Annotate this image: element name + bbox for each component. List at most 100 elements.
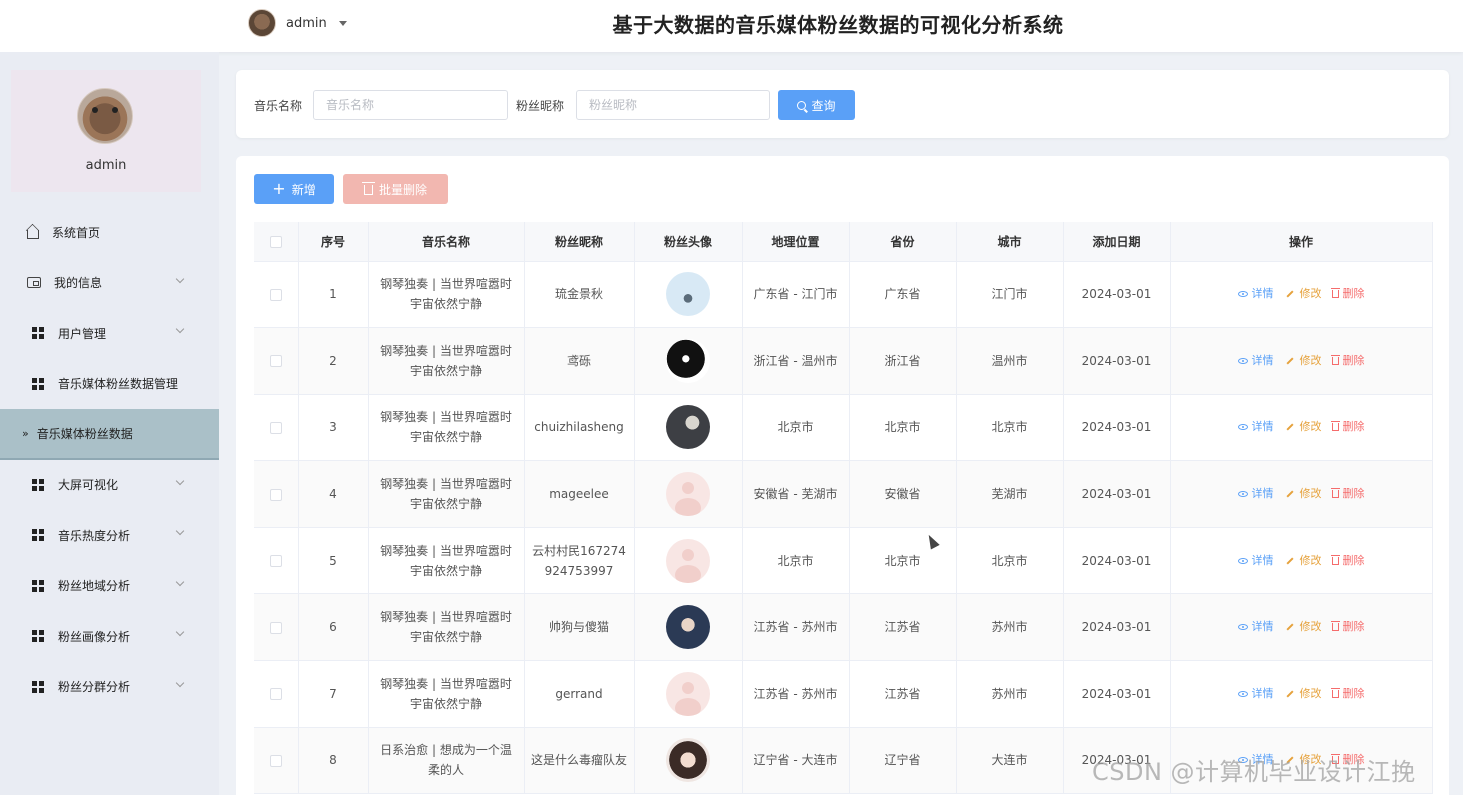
delete-button[interactable]: 删除 (1330, 484, 1365, 504)
delete-button[interactable]: 删除 (1330, 617, 1365, 637)
delete-button[interactable]: 删除 (1330, 551, 1365, 571)
fan-nickname-input[interactable] (576, 90, 770, 120)
sidebar-item-label: 系统首页 (52, 225, 101, 240)
plus-icon: + (272, 179, 286, 198)
row-checkbox[interactable] (269, 754, 282, 767)
add-button[interactable]: + 新增 (254, 174, 334, 204)
cell-province: 江苏省 (849, 660, 957, 728)
cell-province: 北京市 (849, 527, 957, 595)
detail-button[interactable]: 详情 (1237, 417, 1274, 437)
music-name-label: 音乐名称 (254, 99, 303, 113)
select-all-checkbox[interactable] (269, 235, 282, 248)
grid-icon (32, 680, 44, 693)
fan-avatar (666, 338, 710, 383)
sidebar-item-fan-data-management[interactable]: 音乐媒体粉丝数据管理 (0, 359, 219, 410)
cell-city: 大连市 (956, 727, 1064, 795)
query-button[interactable]: 查询 (778, 90, 855, 120)
table-row: 6 钢琴独奏 | 当世界喧嚣时宇宙依然宁静 帅狗与傻猫 江苏省 - 苏州市 江苏… (254, 593, 1433, 662)
cell-city: 苏州市 (956, 593, 1064, 662)
cell-index: 7 (298, 660, 369, 728)
cell-date: 2024-03-01 (1063, 593, 1171, 662)
batch-delete-button[interactable]: 批量删除 (343, 174, 448, 204)
delete-button[interactable]: 删除 (1330, 417, 1365, 437)
sidebar-item-fan-cluster[interactable]: 粉丝分群分析 (0, 662, 219, 713)
eye-icon (1237, 424, 1248, 431)
chevron-down-icon (175, 577, 185, 586)
fan-avatar (666, 738, 710, 783)
delete-button[interactable]: 删除 (1330, 684, 1365, 704)
detail-label: 详情 (1251, 620, 1274, 634)
table-header-row: 序号 音乐名称 粉丝昵称 粉丝头像 地理位置 省份 城市 添加日期 操作 (254, 222, 1433, 262)
sidebar-item-label: 粉丝分群分析 (58, 680, 131, 695)
sidebar-item-label: 粉丝地域分析 (58, 579, 131, 594)
wallet-icon (27, 277, 41, 289)
cell-date: 2024-03-01 (1063, 527, 1171, 595)
edit-button[interactable]: 修改 (1284, 617, 1322, 637)
detail-button[interactable]: 详情 (1237, 284, 1274, 304)
table-row: 2 钢琴独奏 | 当世界喧嚣时宇宙依然宁静 鸢砾 浙江省 - 温州市 浙江省 温… (254, 327, 1433, 395)
music-name-input[interactable] (313, 90, 508, 120)
trash-icon (361, 182, 375, 195)
detail-button[interactable]: 详情 (1237, 551, 1274, 571)
select-all-cell[interactable] (254, 222, 299, 262)
row-checkbox[interactable] (269, 288, 282, 301)
row-checkbox[interactable] (269, 688, 282, 701)
delete-button[interactable]: 删除 (1330, 284, 1365, 304)
edit-button[interactable]: 修改 (1284, 551, 1322, 571)
cell-date: 2024-03-01 (1063, 660, 1171, 728)
edit-label: 修改 (1299, 620, 1322, 634)
user-menu[interactable]: admin (248, 9, 347, 37)
grid-icon (32, 327, 44, 340)
fan-avatar (666, 605, 710, 650)
sidebar-item-fan-region[interactable]: 粉丝地域分析 (0, 561, 219, 612)
sidebar-item-label: 我的信息 (54, 276, 103, 291)
edit-button[interactable]: 修改 (1284, 417, 1322, 437)
edit-button[interactable]: 修改 (1284, 284, 1322, 304)
row-checkbox[interactable] (269, 555, 282, 568)
sidebar-item-my-info[interactable]: 我的信息 (0, 258, 219, 309)
delete-button[interactable]: 删除 (1330, 351, 1365, 371)
cell-nickname: chuizhilasheng (524, 394, 635, 462)
column-header: 地理位置 (742, 222, 850, 262)
cell-nickname: 帅狗与傻猫 (524, 593, 635, 662)
sidebar-item-user-management[interactable]: 用户管理 (0, 308, 219, 359)
row-checkbox[interactable] (269, 621, 282, 634)
sidebar-item-label: 粉丝画像分析 (58, 629, 131, 644)
edit-button[interactable]: 修改 (1284, 684, 1322, 704)
edit-button[interactable]: 修改 (1284, 484, 1322, 504)
row-checkbox[interactable] (269, 355, 282, 368)
username: admin (286, 15, 327, 31)
detail-button[interactable]: 详情 (1237, 351, 1274, 371)
caret-down-icon (338, 20, 347, 26)
sidebar-item-fan-data[interactable]: » 音乐媒体粉丝数据 (0, 409, 219, 460)
delete-label: 删除 (1342, 620, 1365, 634)
detail-button[interactable]: 详情 (1237, 484, 1274, 504)
cell-music: 钢琴独奏 | 当世界喧嚣时宇宙依然宁静 (368, 593, 525, 662)
sidebar-item-music-heat[interactable]: 音乐热度分析 (0, 510, 219, 561)
detail-button[interactable]: 详情 (1237, 617, 1274, 637)
delete-icon (1330, 354, 1340, 365)
edit-icon (1285, 357, 1294, 365)
cell-location: 江苏省 - 苏州市 (742, 593, 850, 662)
table-row: 5 钢琴独奏 | 当世界喧嚣时宇宙依然宁静 云村村民16727492475399… (254, 527, 1433, 595)
sidebar-item-label: 大屏可视化 (58, 478, 119, 493)
detail-button[interactable]: 详情 (1237, 684, 1274, 704)
delete-label: 删除 (1342, 487, 1365, 501)
cell-nickname: 鸢砾 (524, 327, 635, 395)
cell-index: 8 (298, 727, 369, 795)
cell-index: 3 (298, 394, 369, 462)
delete-icon (1330, 687, 1340, 698)
cell-city: 北京市 (956, 394, 1064, 462)
sidebar-item-big-screen[interactable]: 大屏可视化 (0, 460, 219, 511)
row-checkbox[interactable] (269, 421, 282, 434)
edit-icon (1285, 690, 1294, 698)
row-checkbox[interactable] (269, 488, 282, 501)
cell-location: 北京市 (742, 527, 850, 595)
delete-icon (1330, 488, 1340, 499)
edit-button[interactable]: 修改 (1284, 351, 1322, 371)
chevron-down-icon (175, 274, 185, 283)
sidebar-item-fan-portrait[interactable]: 粉丝画像分析 (0, 611, 219, 662)
cell-nickname: 琉金景秋 (524, 261, 635, 329)
delete-label: 删除 (1342, 686, 1365, 700)
sidebar-item-home[interactable]: 系统首页 (0, 207, 219, 258)
